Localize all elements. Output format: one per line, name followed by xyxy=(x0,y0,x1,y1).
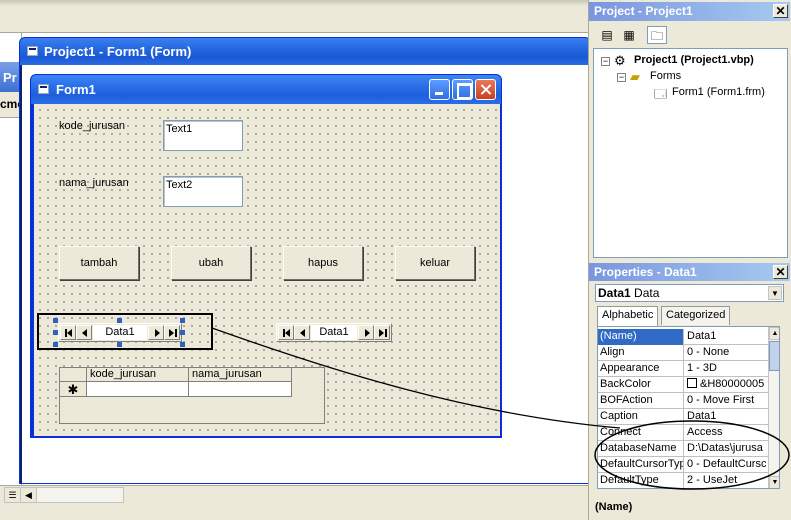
property-row[interactable]: Caption Data1 xyxy=(598,409,768,425)
resize-handle[interactable] xyxy=(180,330,185,335)
label-nama-jurusan[interactable]: nama_jurusan xyxy=(59,177,129,189)
data-control-1-caption: Data1 xyxy=(93,325,147,340)
grid-cell[interactable] xyxy=(87,382,189,397)
form1-window[interactable]: Form1 kode_jurusan Text1 nama_jurusan Te… xyxy=(30,74,502,438)
tab-categorized[interactable]: Categorized xyxy=(661,306,731,325)
keluar-button[interactable]: keluar xyxy=(395,246,475,280)
close-icon[interactable]: ✕ xyxy=(773,4,788,18)
property-row[interactable]: Connect Access xyxy=(598,425,768,441)
move-next-icon[interactable] xyxy=(358,325,374,340)
resize-handle[interactable] xyxy=(53,342,58,347)
close-icon[interactable]: ✕ xyxy=(773,265,788,279)
project-tree[interactable]: − ⚙ Project1 (Project1.vbp) − ▰ Forms 🗔 … xyxy=(593,48,788,258)
data-control-2-caption: Data1 xyxy=(311,325,357,340)
move-first-icon[interactable] xyxy=(278,325,294,340)
move-last-icon[interactable] xyxy=(374,325,390,340)
data-control-2[interactable]: Data1 xyxy=(276,323,392,342)
tambah-button[interactable]: tambah xyxy=(59,246,139,280)
resize-handle[interactable] xyxy=(180,342,185,347)
textbox-text2[interactable]: Text2 xyxy=(163,176,243,207)
move-next-icon[interactable] xyxy=(148,325,164,340)
move-previous-icon[interactable] xyxy=(76,325,92,340)
form1-titlebar[interactable]: Form1 xyxy=(31,75,501,104)
object-name: Data1 xyxy=(598,286,631,300)
property-row[interactable]: BOFAction 0 - Move First xyxy=(598,393,768,409)
property-row[interactable]: BackColor &H80000005 xyxy=(598,377,768,393)
horizontal-scrollbar[interactable]: ☰ ◀ xyxy=(4,487,124,503)
property-row[interactable]: Appearance 1 - 3D xyxy=(598,361,768,377)
view-object-icon[interactable]: ▦ xyxy=(619,26,639,44)
object-type: Data xyxy=(634,286,660,300)
tree-item-project[interactable]: Project1 (Project1.vbp) xyxy=(634,54,754,66)
move-first-icon[interactable] xyxy=(60,325,76,340)
resize-handle[interactable] xyxy=(180,318,185,323)
ubah-button[interactable]: ubah xyxy=(171,246,251,280)
tab-alphabetic[interactable]: Alphabetic xyxy=(597,306,659,326)
grid-corner xyxy=(60,368,87,382)
label-kode-jurusan[interactable]: kode_jurusan xyxy=(59,120,125,132)
property-row[interactable]: DefaultCursorType 0 - DefaultCursc xyxy=(598,457,768,473)
properties-window: Properties - Data1 ✕ Data1 Data ▼ Alphab… xyxy=(588,262,791,520)
chevron-down-icon[interactable]: ▼ xyxy=(768,286,782,300)
hapus-button[interactable]: hapus xyxy=(283,246,363,280)
datagrid[interactable]: kode_jurusan nama_jurusan ✱ xyxy=(59,367,325,424)
property-grid[interactable]: (Name) Data1 Align 0 - None Appearance 1 - … xyxy=(597,326,780,489)
window-icon xyxy=(27,46,38,56)
form1-design-surface[interactable]: kode_jurusan Text1 nama_jurusan Text2 ta… xyxy=(34,104,500,436)
data-control-1[interactable]: Data1 xyxy=(58,323,182,342)
tree-item-form1[interactable]: Form1 (Form1.frm) xyxy=(672,86,765,98)
resize-handle[interactable] xyxy=(117,342,122,347)
maximize-icon[interactable] xyxy=(452,79,473,100)
project-toolbar: ▤ ▦ 🗀 xyxy=(591,24,790,46)
scroll-down-icon[interactable]: ▼ xyxy=(769,476,779,488)
folder-icon: ▰ xyxy=(630,69,640,84)
toggle-folders-icon[interactable]: 🗀 xyxy=(647,26,667,44)
resize-handle[interactable] xyxy=(53,330,58,335)
property-row[interactable]: DefaultType 2 - UseJet xyxy=(598,473,768,488)
project-explorer-title: Project - Project1 xyxy=(594,4,693,18)
move-last-icon[interactable] xyxy=(164,325,180,340)
move-previous-icon[interactable] xyxy=(294,325,310,340)
grid-column-header[interactable]: kode_jurusan xyxy=(87,368,189,382)
new-row-marker-icon: ✱ xyxy=(60,382,87,397)
property-row[interactable]: (Name) Data1 xyxy=(598,329,768,345)
scroll-up-icon[interactable]: ▲ xyxy=(769,327,779,340)
color-swatch-icon xyxy=(687,378,697,388)
property-description-title: (Name) xyxy=(595,501,633,513)
resize-handle[interactable] xyxy=(53,318,58,323)
collapse-icon[interactable]: − xyxy=(617,73,626,82)
grid-cell[interactable] xyxy=(189,382,292,397)
grid-column-header[interactable]: nama_jurusan xyxy=(189,368,292,382)
project-icon: ⚙ xyxy=(614,53,626,68)
scroll-thumb[interactable] xyxy=(769,341,779,371)
form-icon xyxy=(38,84,49,94)
behind-window-title: Pr xyxy=(3,70,17,85)
form-designer-titlebar[interactable]: Project1 - Form1 (Form) xyxy=(20,38,590,65)
property-row[interactable]: DatabaseName D:\Datas\jurusa xyxy=(598,441,768,457)
tree-item-forms[interactable]: Forms xyxy=(650,70,681,82)
view-toggle-icon[interactable]: ☰ xyxy=(5,488,21,502)
project-explorer: Project - Project1 ✕ ▤ ▦ 🗀 − ⚙ Project1 … xyxy=(588,0,791,262)
form-file-icon: 🗔 xyxy=(654,87,668,101)
vertical-scrollbar[interactable]: ▲ ▼ xyxy=(768,327,779,488)
resize-handle[interactable] xyxy=(117,318,122,323)
ide-toolbar-shade xyxy=(0,0,588,6)
project-explorer-titlebar[interactable]: Project - Project1 ✕ xyxy=(589,2,790,21)
scroll-left-icon[interactable]: ◀ xyxy=(21,488,37,502)
close-icon[interactable] xyxy=(475,79,496,100)
properties-titlebar[interactable]: Properties - Data1 ✕ xyxy=(589,263,790,281)
form1-title: Form1 xyxy=(56,82,96,97)
textbox-text1[interactable]: Text1 xyxy=(163,120,243,151)
view-code-icon[interactable]: ▤ xyxy=(597,26,617,44)
object-selector[interactable]: Data1 Data ▼ xyxy=(595,284,784,302)
form-designer-title: Project1 - Form1 (Form) xyxy=(44,44,192,59)
property-row[interactable]: Align 0 - None xyxy=(598,345,768,361)
properties-title: Properties - Data1 xyxy=(594,265,697,279)
minimize-icon[interactable] xyxy=(429,79,450,100)
collapse-icon[interactable]: − xyxy=(601,57,610,66)
